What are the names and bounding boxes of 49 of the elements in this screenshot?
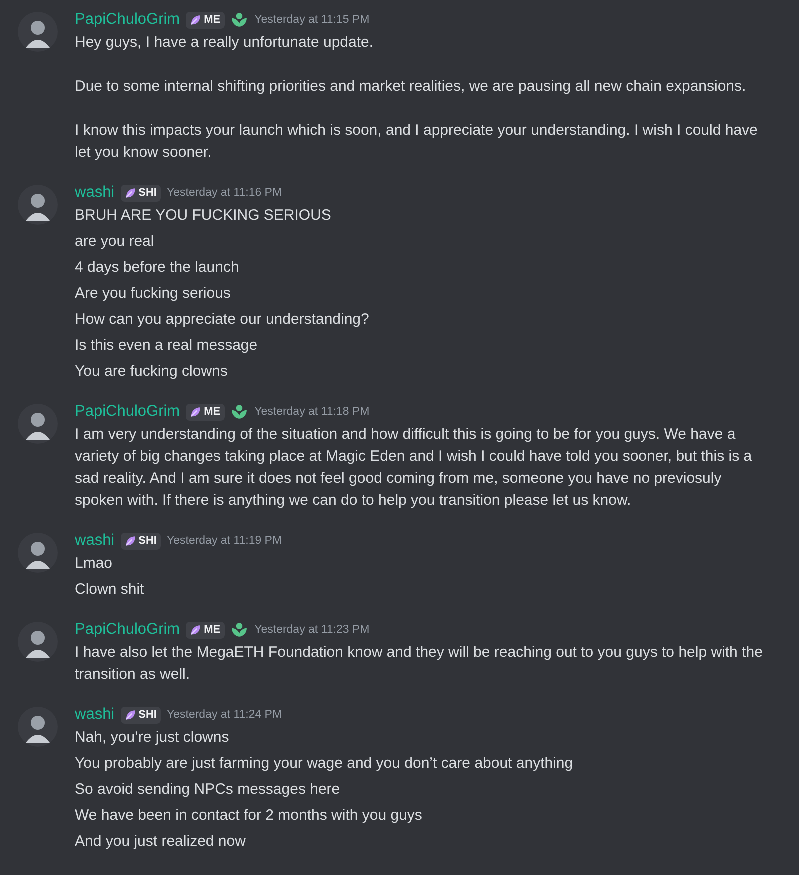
message-text: Clown shit <box>75 580 146 600</box>
message-text: Lmao <box>75 554 114 574</box>
message-text: Due to some internal shifting priorities and market realities, we are pausing all new chain expansions. <box>75 77 748 97</box>
message-text: are you real <box>75 232 156 252</box>
message-text: I have also let the MegaETH Foundation know and they will be reaching out to you guys to help with the transition as well. <box>75 643 764 685</box>
username[interactable]: washi <box>75 706 115 724</box>
leaf-icon <box>189 624 202 636</box>
message-text: How can you appreciate our understanding? <box>75 310 370 330</box>
server-tag[interactable]: SHI <box>120 532 161 550</box>
username[interactable]: PapiChuloGrim <box>75 621 180 639</box>
message-text: Nah, you’re just clowns <box>75 728 230 748</box>
timestamp: Yesterday at 11:15 PM <box>254 14 370 26</box>
timestamp: Yesterday at 11:23 PM <box>254 624 370 636</box>
message-text: 4 days before the launch <box>75 258 240 278</box>
leaf-icon <box>124 708 137 722</box>
avatar-icon[interactable] <box>18 707 58 747</box>
message-text: So avoid sending NPCs messages here <box>75 780 342 800</box>
server-tag[interactable]: ME <box>186 404 225 420</box>
avatar-icon[interactable] <box>18 533 58 573</box>
username[interactable]: washi <box>75 184 115 202</box>
message-text: I am very understanding of the situation and how difficult this is going to be for you guys. We have a variety of big changes taking place at Magic Eden and I wish I could have told you sooner, but this is a sad reality. And I am sure it does not feel good coming from me, someone you have no previosuly spoken with. If there is anything we can do to help you transition please let us know. <box>75 425 754 511</box>
leaf-icon <box>124 186 137 200</box>
username[interactable]: PapiChuloGrim <box>75 403 180 421</box>
timestamp: Yesterday at 11:18 PM <box>254 406 370 418</box>
timestamp: Yesterday at 11:24 PM <box>166 709 282 721</box>
leaf-icon <box>189 406 202 418</box>
message-text: We have been in contact for 2 months with you guys <box>75 806 424 826</box>
message-text: I know this impacts your launch which is soon, and I appreciate your understanding. I wish I could have let you know sooner. <box>75 121 759 163</box>
message-text: Is this even a real message <box>75 336 259 356</box>
timestamp: Yesterday at 11:16 PM <box>166 187 282 199</box>
username[interactable]: washi <box>75 532 115 550</box>
message-text: You probably are just farming your wage and you don’t care about anything <box>75 754 574 774</box>
server-tag[interactable]: ME <box>186 622 225 638</box>
avatar-icon[interactable] <box>18 12 58 52</box>
username[interactable]: PapiChuloGrim <box>75 11 180 29</box>
message-text: You are fucking clowns <box>75 362 229 382</box>
avatar-icon[interactable] <box>18 185 58 225</box>
leaf-icon <box>124 534 137 548</box>
server-tag[interactable]: SHI <box>120 184 161 202</box>
avatar-icon[interactable] <box>18 404 58 444</box>
message-text: Hey guys, I have a really unfortunate update. <box>75 33 375 53</box>
leaf-icon <box>189 14 202 26</box>
message-text: BRUH ARE YOU FUCKING SERIOUS <box>75 206 332 226</box>
message-text: And you just realized now <box>75 832 247 852</box>
timestamp: Yesterday at 11:19 PM <box>166 535 282 547</box>
avatar-icon[interactable] <box>18 622 58 662</box>
server-tag[interactable]: SHI <box>120 706 161 724</box>
server-tag[interactable]: ME <box>186 12 225 28</box>
message-text: Are you fucking serious <box>75 284 232 304</box>
